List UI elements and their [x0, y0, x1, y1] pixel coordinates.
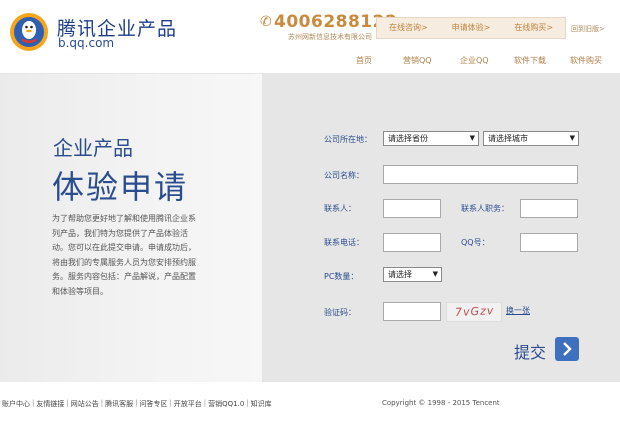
site-header: 腾讯企业产品 b.qq.com ✆ 4006288122 苏州网新信息技术有限公… [0, 0, 620, 74]
footer-link-announcements[interactable]: 网站公告 [71, 399, 99, 409]
captcha-label: 验证码： [324, 308, 356, 317]
province-select[interactable]: 请选择省份 ▼ [383, 131, 479, 146]
site-footer: 账户中心 | 友情链接 | 网站公告 | 腾讯客服 | 问答专区 | 开放平台 … [0, 382, 620, 442]
nav-home[interactable]: 首页 [356, 55, 372, 66]
company-label: 公司名称： [324, 171, 364, 180]
chevron-down-icon: ▼ [569, 134, 575, 142]
online-consult-link[interactable]: 在线咨询> [377, 18, 440, 38]
application-form-panel [262, 74, 620, 382]
location-label: 公司所在地： [324, 135, 372, 144]
nav-enterprise-qq[interactable]: 企业QQ [460, 55, 489, 66]
footer-link-open-platform[interactable]: 开放平台 [174, 399, 202, 409]
phone-icon: ✆ [260, 14, 272, 30]
chevron-down-icon: ▼ [469, 134, 475, 142]
footer-link-account-center[interactable]: 账户中心 [2, 399, 30, 409]
submit-label[interactable]: 提交 [514, 339, 546, 363]
captcha-image-text: 7vGzv [454, 303, 495, 320]
position-label: 联系人职务： [461, 204, 509, 213]
hero-heading: 体验申请 [52, 168, 189, 206]
nav-software-purchase[interactable]: 软件购买 [570, 55, 602, 66]
phone-label: 联系电话： [324, 238, 364, 247]
contact-name-input[interactable] [383, 199, 441, 218]
contact-position-input[interactable] [520, 199, 578, 218]
nav-marketing-qq[interactable]: 营销QQ [403, 55, 432, 66]
online-buy-link[interactable]: 在线购买> [502, 18, 565, 38]
footer-links: 账户中心 | 友情链接 | 网站公告 | 腾讯客服 | 问答专区 | 开放平台 … [2, 399, 272, 409]
old-version-link[interactable]: 回到旧版> [571, 24, 605, 34]
apply-trial-link[interactable]: 申请体验> [440, 18, 503, 38]
arrow-right-icon [563, 342, 572, 356]
footer-link-marketing-qq[interactable]: 营销QQ1.0 [208, 399, 244, 409]
footer-link-qa[interactable]: 问答专区 [139, 399, 167, 409]
footer-link-knowledge-base[interactable]: 知识库 [251, 399, 272, 409]
city-select[interactable]: 请选择城市 ▼ [483, 131, 579, 146]
main-nav: 首页 营销QQ 企业QQ 软件下载 软件购买 [0, 55, 620, 67]
intro-panel: 企业产品 体验申请 为了帮助您更好地了解和使用腾讯企业系列产品，我们特为您提供了… [0, 74, 262, 382]
top-action-bar: 在线咨询> 申请体验> 在线购买> [376, 17, 566, 39]
submit-button[interactable] [555, 337, 579, 361]
pc-count-label: PC数量： [324, 272, 359, 281]
qq-logo-icon[interactable] [8, 11, 50, 53]
trial-application-section: 企业产品 体验申请 为了帮助您更好地了解和使用腾讯企业系列产品，我们特为您提供了… [0, 74, 620, 382]
nav-software-download[interactable]: 软件下载 [514, 55, 546, 66]
chevron-down-icon: ▼ [432, 270, 438, 278]
province-select-value: 请选择省份 [388, 134, 428, 143]
copyright-text: Copyright © 1998 - 2015 Tencent [382, 399, 500, 407]
pc-count-select[interactable]: 请选择 ▼ [383, 267, 442, 282]
footer-link-friend-links[interactable]: 友情链接 [36, 399, 64, 409]
refresh-captcha-link[interactable]: 换一张 [506, 305, 530, 316]
brand-domain: b.qq.com [58, 36, 115, 50]
contact-phone-input[interactable] [383, 233, 441, 252]
hotline-company: 苏州网新信息技术有限公司 [288, 33, 372, 41]
hero-description: 为了帮助您更好地了解和使用腾讯企业系列产品，我们特为您提供了产品体验活动。您可以… [52, 214, 196, 296]
hero-title: 企业产品 [53, 136, 133, 160]
contact-label: 联系人： [324, 204, 356, 213]
company-name-input[interactable] [383, 165, 578, 184]
qq-label: QQ号： [461, 238, 490, 247]
pc-count-select-value: 请选择 [388, 270, 412, 279]
captcha-image[interactable]: 7vGzv [446, 302, 502, 322]
footer-link-customer-service[interactable]: 腾讯客服 [105, 399, 133, 409]
qq-number-input[interactable] [520, 233, 578, 252]
captcha-input[interactable] [383, 302, 441, 321]
city-select-value: 请选择城市 [488, 134, 528, 143]
